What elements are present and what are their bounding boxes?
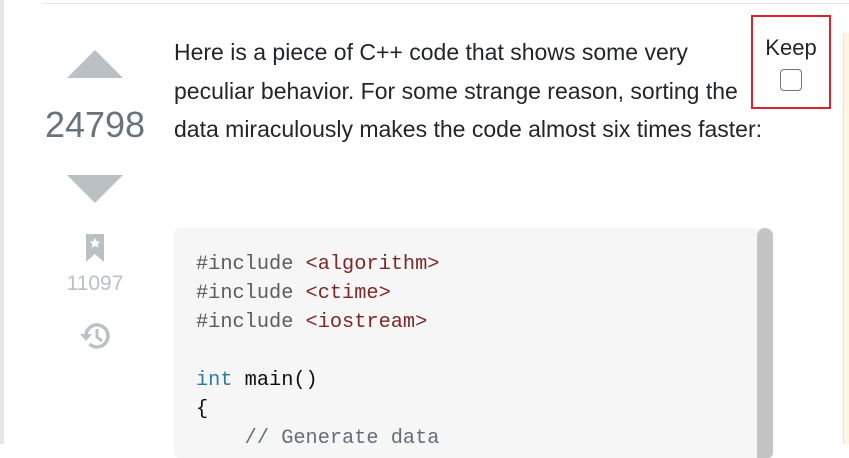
keep-checkbox[interactable]	[780, 69, 802, 91]
history-icon[interactable]	[78, 320, 112, 352]
code-line: int main()	[196, 369, 318, 392]
code-text: main()	[232, 369, 318, 392]
preprocessor: #include	[196, 253, 306, 276]
left-border	[0, 0, 4, 444]
code-line: #include <ctime>	[196, 282, 391, 305]
code-scrollbar[interactable]	[757, 228, 773, 458]
header-name: <ctime>	[305, 282, 391, 305]
preprocessor: #include	[196, 282, 306, 305]
preprocessor: #include	[196, 311, 306, 334]
downvote-button[interactable]	[67, 175, 123, 203]
upvote-button[interactable]	[67, 50, 123, 78]
divider	[44, 3, 849, 4]
code-text: #include <algorithm> #include <ctime> #i…	[196, 250, 439, 453]
code-comment: // Generate data	[196, 427, 440, 450]
header-name: <iostream>	[305, 311, 428, 334]
bookmark-icon[interactable]	[86, 234, 104, 262]
code-block: #include <algorithm> #include <ctime> #i…	[174, 228, 773, 458]
keyword: int	[196, 369, 233, 392]
code-line: #include <algorithm>	[196, 253, 439, 276]
keep-label: Keep	[765, 35, 817, 60]
header-name: <algorithm>	[305, 253, 440, 276]
bookmark-count: 11097	[66, 272, 124, 295]
vote-count: 24798	[44, 104, 146, 145]
keep-control: Keep	[751, 15, 831, 109]
question-body: Here is a piece of C++ code that shows s…	[174, 39, 763, 142]
code-line: {	[196, 398, 209, 421]
code-line: #include <iostream>	[196, 311, 427, 334]
sidebar-panel	[843, 33, 849, 444]
